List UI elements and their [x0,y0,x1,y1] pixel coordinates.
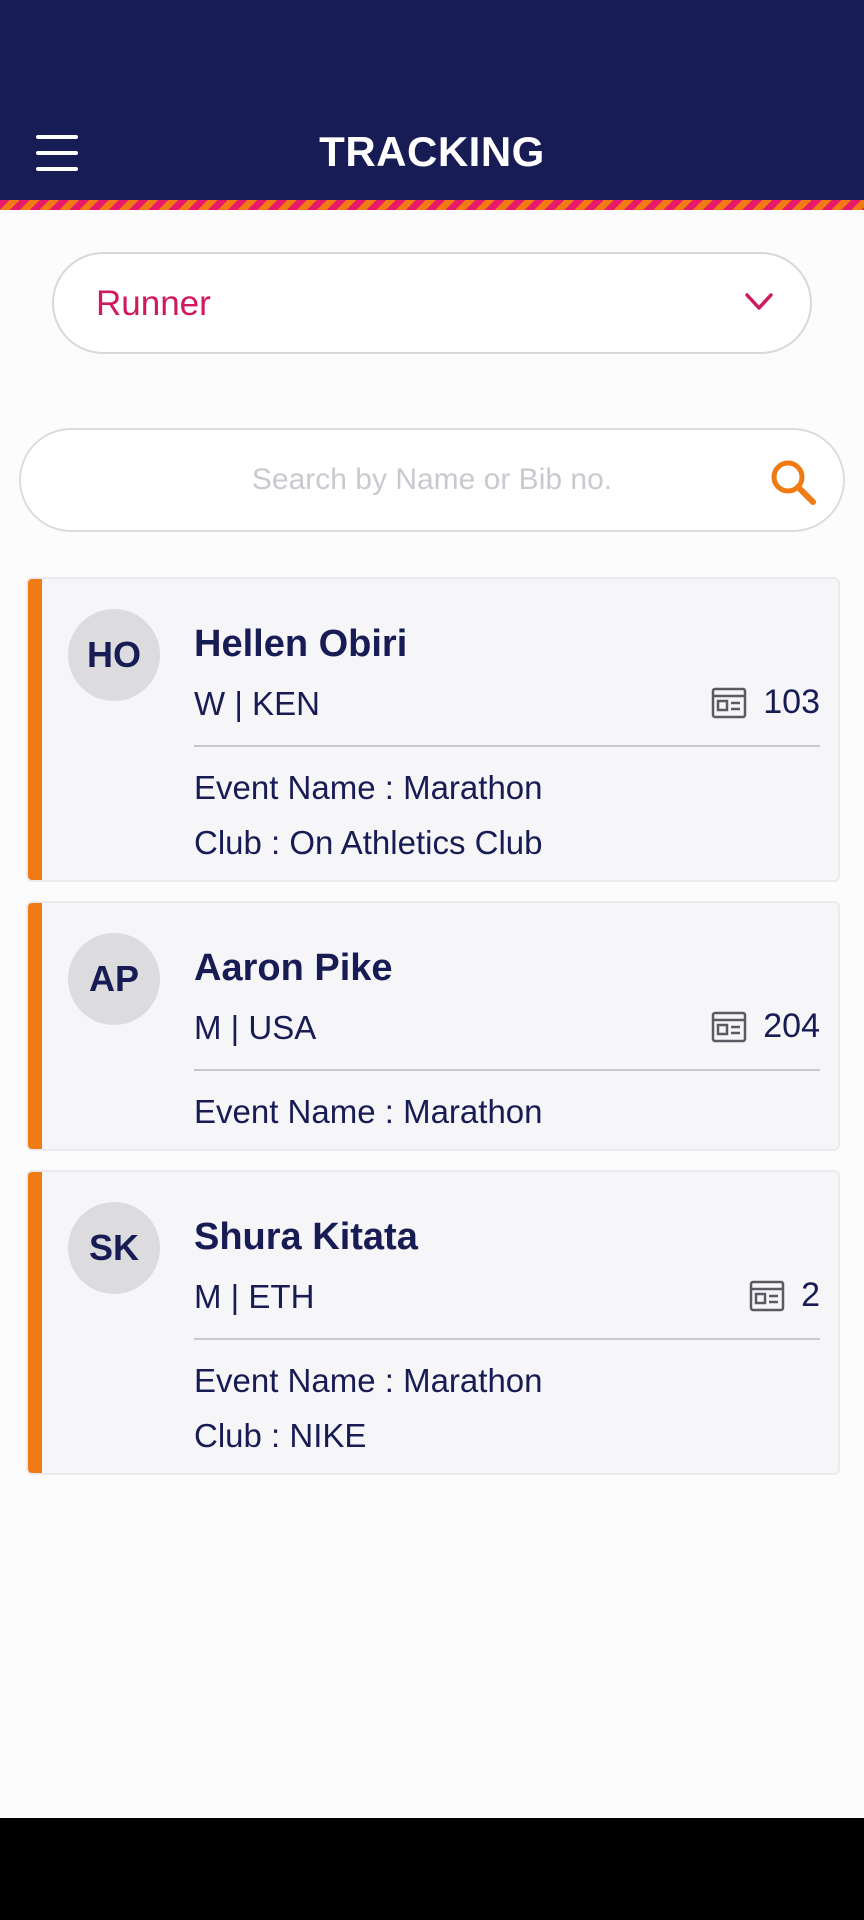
avatar: SK [68,1202,160,1294]
avatar: AP [68,933,160,1025]
runner-gender-country: M | ETH [194,1278,315,1315]
runner-card[interactable]: HO Hellen Obiri W | KEN 103 Event Name :… [26,577,840,882]
search-input[interactable] [21,430,843,530]
runner-name: Aaron Pike [194,947,393,989]
runner-name: Shura Kitata [194,1216,418,1258]
club-name: Club : NIKE [194,1417,367,1454]
runner-gender-country: W | KEN [194,685,320,722]
page-title: TRACKING [319,128,545,175]
card-accent-bar [28,903,42,1149]
header-stripe-divider [0,200,864,210]
card-divider [194,1338,820,1340]
search-icon[interactable] [767,456,819,508]
chevron-down-icon [745,293,773,310]
card-divider [194,1069,820,1071]
bib-number: 2 [749,1276,820,1315]
system-navigation-bar [0,1818,864,1920]
bib-icon [712,687,747,718]
runner-name: Hellen Obiri [194,623,408,665]
bib-value: 103 [763,683,820,721]
event-name: Event Name : Marathon [194,769,543,806]
search-bar [19,428,845,532]
category-dropdown-value: Runner [96,284,211,323]
app-header: TRACKING [0,0,864,200]
club-name: Club : On Athletics Club [194,824,543,861]
avatar: HO [68,609,160,701]
bib-number: 204 [711,1007,820,1046]
event-name: Event Name : Marathon [194,1362,543,1399]
event-name: Event Name : Marathon [194,1093,543,1130]
runner-card[interactable]: SK Shura Kitata M | ETH 2 Event Name : M… [26,1170,840,1475]
bib-icon [749,1280,785,1311]
bib-value: 2 [801,1276,820,1314]
card-accent-bar [28,579,42,880]
bib-value: 204 [763,1007,820,1045]
runner-card[interactable]: AP Aaron Pike M | USA 204 Event Name : M… [26,901,840,1151]
bib-icon [712,1011,747,1042]
runner-gender-country: M | USA [194,1009,317,1046]
card-divider [194,745,820,747]
card-accent-bar [28,1172,42,1473]
category-dropdown[interactable]: Runner [52,252,812,354]
bib-number: 103 [711,683,820,722]
